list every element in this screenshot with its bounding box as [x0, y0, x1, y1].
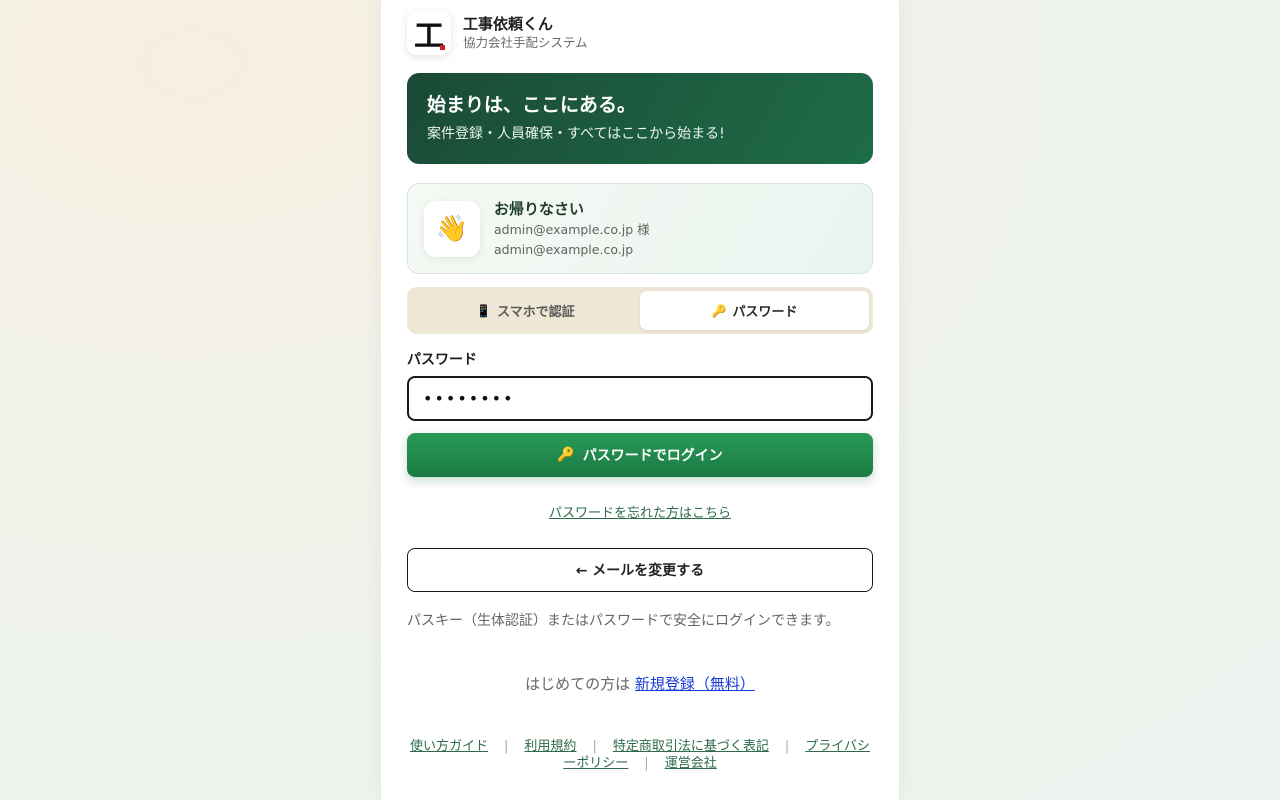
auth-method-tabs: 📱 スマホで認証 🔑 パスワード — [407, 287, 873, 334]
logo-red-dot — [440, 45, 445, 50]
security-note: パスキー（生体認証）またはパスワードで安全にログインできます。 — [407, 613, 840, 629]
tab-phone-auth[interactable]: 📱 スマホで認証 — [411, 291, 640, 330]
footer-link-terms[interactable]: 利用規約 — [524, 739, 576, 754]
password-label: パスワード — [407, 352, 477, 368]
footer-link-commerce-law[interactable]: 特定商取引法に基づく表記 — [613, 739, 769, 754]
footer-separator: | — [592, 739, 597, 754]
login-button-label: パスワードでログイン — [582, 448, 723, 464]
brand-header: 工 工事依頼くん 協力会社手配システム — [407, 10, 588, 56]
app-subtitle: 協力会社手配システム — [463, 35, 588, 50]
password-login-button[interactable]: 🔑 パスワードでログイン — [407, 433, 873, 477]
app-logo: 工 — [407, 11, 451, 55]
key-icon: 🔑 — [711, 303, 727, 318]
footer-link-company[interactable]: 運営会社 — [665, 756, 717, 771]
welcome-email: admin@example.co.jp — [494, 241, 634, 257]
footer-separator: | — [784, 739, 790, 754]
waving-hand-icon: 👋 — [424, 200, 480, 257]
hero-banner: 始まりは、ここにある。 案件登録・人員確保・すべてはここから始まる! — [407, 73, 873, 164]
footer-links: 使い方ガイド | 利用規約 | 特定商取引法に基づく表記 | プライバシーポリシー | 運営会社 — [407, 738, 873, 772]
tab-password[interactable]: 🔑 パスワード — [640, 291, 869, 330]
welcome-back-card: 👋 お帰りなさい admin@example.co.jp 様 admin@exa… — [407, 183, 873, 274]
key-icon: 🔑 — [557, 447, 575, 463]
app-name: 工事依頼くん — [463, 15, 554, 33]
change-email-button[interactable]: ← メールを変更する — [407, 548, 873, 592]
signup-prompt: はじめての方は 新規登録（無料） — [381, 673, 899, 695]
tab-label: スマホで認証 — [497, 305, 575, 320]
forgot-password-link[interactable]: パスワードを忘れた方はこちら — [549, 506, 731, 521]
welcome-title: お帰りなさい — [494, 199, 585, 218]
welcome-greeting: admin@example.co.jp 様 — [494, 221, 650, 237]
tab-label: パスワード — [732, 305, 798, 320]
login-card: 工 工事依頼くん 協力会社手配システム 始まりは、ここにある。 案件登録・人員確… — [381, 0, 899, 800]
smartphone-icon: 📱 — [476, 303, 492, 318]
password-input[interactable] — [407, 376, 873, 421]
footer-separator: | — [644, 756, 649, 771]
footer-separator: | — [504, 739, 509, 754]
signup-link[interactable]: 新規登録（無料） — [635, 675, 755, 693]
hero-title: 始まりは、ここにある。 — [427, 94, 637, 116]
hero-subtitle: 案件登録・人員確保・すべてはここから始まる! — [427, 126, 725, 142]
signup-prefix: はじめての方は — [525, 675, 631, 693]
footer-link-guide[interactable]: 使い方ガイド — [410, 739, 488, 754]
